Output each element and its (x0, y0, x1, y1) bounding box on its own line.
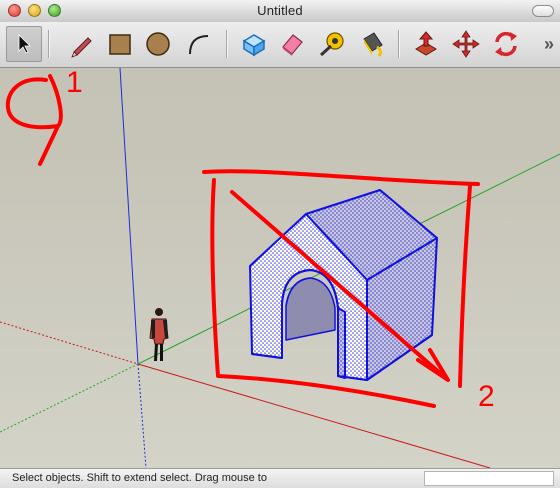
make-component-button[interactable] (236, 26, 272, 62)
push-pull-tool-button[interactable] (408, 26, 444, 62)
rotate-tool-button[interactable] (488, 26, 524, 62)
annotation-label-2: 2 (478, 380, 495, 413)
rectangle-icon (109, 34, 131, 55)
select-tool-button[interactable] (6, 26, 42, 62)
tape-measure-tool-button[interactable] (314, 26, 350, 62)
status-text: Select objects. Shift to extend select. … (12, 472, 267, 484)
toolbar-separator (48, 30, 50, 58)
drawing-viewport[interactable]: 1 2 (0, 66, 560, 468)
rectangle-tool-button[interactable] (102, 26, 138, 62)
toolbar-separator (398, 30, 400, 58)
red-axis (137, 363, 491, 468)
rotate-icon (495, 31, 517, 57)
paint-bucket-icon (363, 32, 383, 57)
scene-canvas (0, 68, 560, 468)
status-bar: Select objects. Shift to extend select. … (0, 468, 560, 488)
component-icon (242, 34, 266, 57)
window-title: Untitled (257, 3, 303, 18)
move-icon (452, 30, 480, 58)
title-bar[interactable]: Untitled (0, 0, 560, 23)
line-tool-button[interactable] (64, 26, 100, 62)
annotation-circle-1 (5, 74, 63, 166)
tape-measure-icon (319, 32, 344, 57)
blue-axis-below (137, 363, 147, 468)
pencil-icon (71, 37, 92, 58)
toolbar-separator (226, 30, 228, 58)
green-axis-negative (0, 363, 139, 433)
toolbar-overflow-button[interactable]: » (544, 34, 554, 55)
select-arrow-icon (18, 34, 31, 54)
toolbar-toggle-button[interactable] (532, 5, 554, 17)
arc-tool-button[interactable] (180, 26, 216, 62)
erase-icon (282, 34, 303, 56)
circle-icon (146, 32, 170, 56)
measurements-box[interactable] (424, 471, 554, 486)
sketchup-window: Untitled » 1 2 Select objects. Shift to … (0, 0, 560, 488)
circle-tool-button[interactable] (140, 26, 176, 62)
doghouse-model[interactable] (249, 189, 438, 381)
main-toolbar: » (0, 22, 560, 68)
paint-bucket-tool-button[interactable] (354, 26, 390, 62)
push-pull-icon (415, 31, 437, 56)
eraser-tool-button[interactable] (274, 26, 310, 62)
annotation-label-1: 1 (66, 66, 83, 99)
red-axis-negative (0, 321, 139, 365)
arc-icon (189, 35, 209, 55)
move-tool-button[interactable] (448, 26, 484, 62)
blue-axis (119, 68, 139, 365)
